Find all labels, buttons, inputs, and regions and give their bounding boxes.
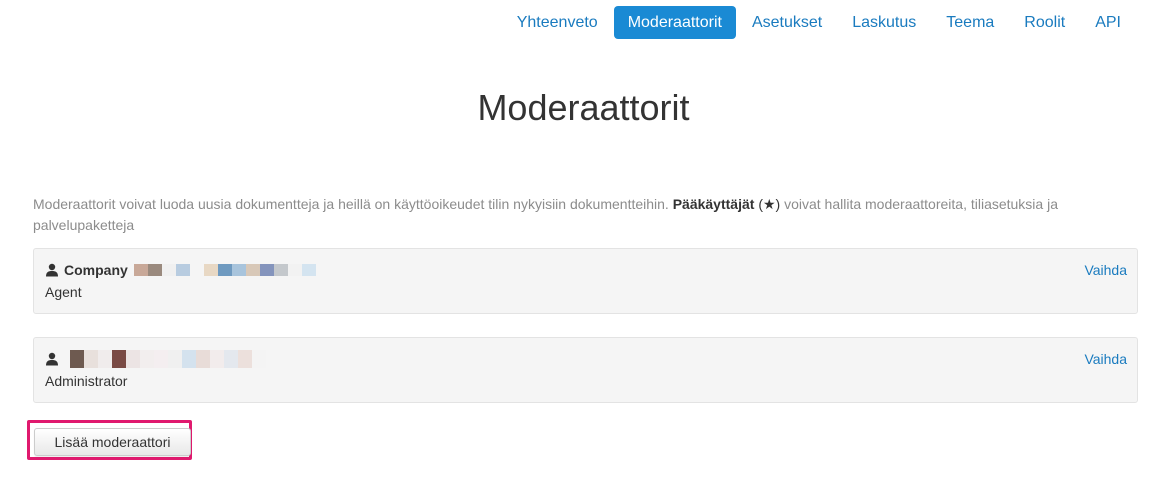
moderator-identity: Company: [45, 261, 316, 279]
change-role-link[interactable]: Vaihda: [1084, 261, 1127, 279]
nav-item-moderaattorit[interactable]: Moderaattorit: [613, 6, 736, 39]
moderator-identity: [45, 350, 266, 368]
page-description: Moderaattorit voivat luoda uusia dokumen…: [33, 194, 1133, 236]
moderator-card: Administrator Vaihda: [33, 337, 1138, 403]
page-title: Moderaattorit: [477, 87, 690, 128]
user-icon: [46, 352, 58, 366]
nav-item-roolit[interactable]: Roolit: [1010, 6, 1079, 39]
moderator-role: Administrator: [45, 373, 128, 389]
description-admins-term: Pääkäyttäjät: [672, 196, 755, 212]
nav-item-laskutus[interactable]: Laskutus: [838, 6, 930, 39]
add-moderator-button[interactable]: Lisää moderaattori: [34, 428, 191, 456]
add-moderator-highlight: Lisää moderaattori: [27, 420, 192, 460]
moderators-page: Yhteenveto Moderaattorit Asetukset Lasku…: [0, 0, 1167, 489]
redacted-name-email: [70, 350, 266, 368]
change-role-link[interactable]: Vaihda: [1084, 350, 1127, 368]
redacted-email: [133, 264, 316, 276]
user-icon: [46, 263, 58, 277]
nav-item-asetukset[interactable]: Asetukset: [738, 6, 836, 39]
nav-item-yhteenveto[interactable]: Yhteenveto: [503, 6, 612, 39]
nav-item-api[interactable]: API: [1081, 6, 1135, 39]
nav-item-teema[interactable]: Teema: [932, 6, 1008, 39]
moderator-name: Company: [64, 262, 128, 278]
moderator-role: Agent: [45, 284, 82, 300]
star-icon: (★): [758, 196, 781, 212]
moderator-card: Company Agent Vaihda: [33, 248, 1138, 314]
top-nav: Yhteenveto Moderaattorit Asetukset Lasku…: [501, 6, 1135, 39]
description-text: Moderaattorit voivat luoda uusia dokumen…: [33, 196, 673, 212]
